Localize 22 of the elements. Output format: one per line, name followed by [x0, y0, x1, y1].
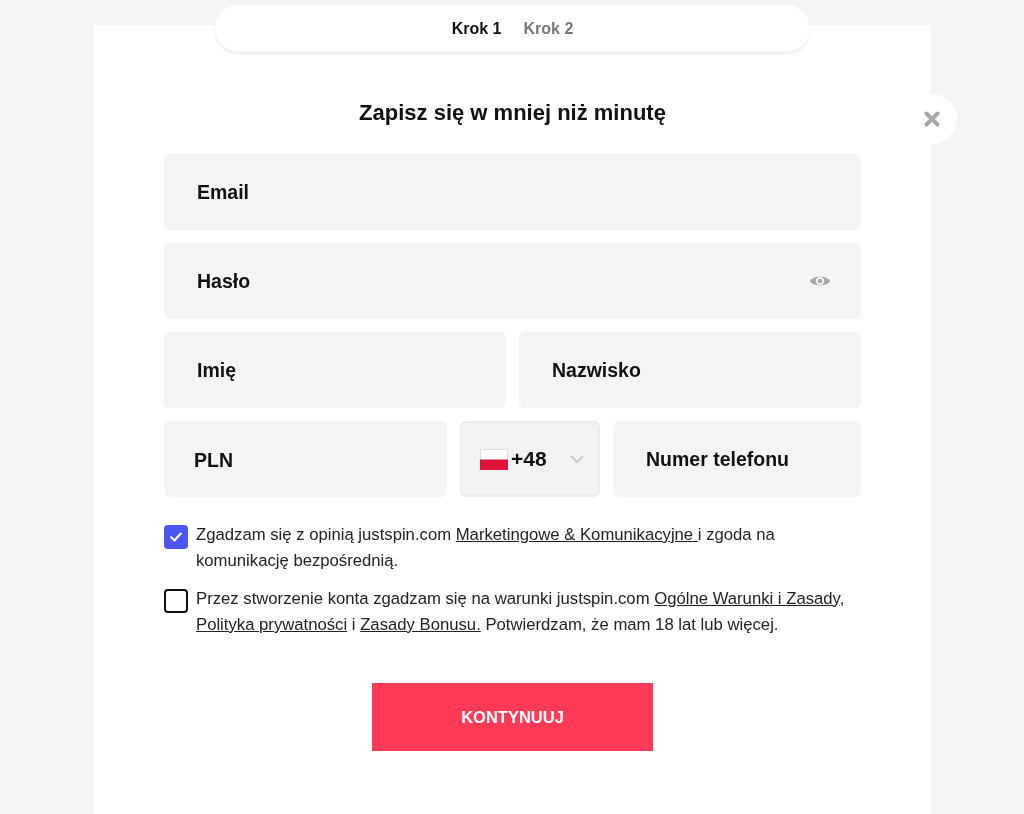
chevron-down-icon	[570, 455, 584, 463]
consent-link[interactable]: Polityka prywatności	[196, 615, 348, 634]
checkmark-icon	[170, 532, 182, 542]
consent-text: Zgadzam się z opinią justspin.com Marketingowe & Komunikacyjne i zgoda na komunikację bezpośrednią.	[196, 524, 776, 572]
consent-text: Przez stworzenie konta zgadzam się na warunki justspin.com Ogólne Warunki i Zasady, Polityka prywatności i Zasady Bonusu. Potwierdzam, że mam 18 lat lub więcej.	[196, 588, 846, 636]
input-field[interactable]: Imię	[164, 332, 506, 408]
step-tab[interactable]: Krok 2	[523, 19, 574, 38]
currency-select[interactable]: PLN	[164, 421, 447, 497]
checkbox[interactable]	[164, 589, 188, 613]
consent-link[interactable]: Zasady Bonusu.	[360, 615, 481, 634]
step-tab[interactable]: Krok 1	[451, 19, 502, 38]
consent-link[interactable]: Ogólne Warunki i Zasady	[654, 589, 840, 608]
password-field[interactable]: Hasło	[164, 243, 861, 319]
country-code-select[interactable]: +48	[460, 421, 600, 497]
input-field[interactable]: Nazwisko	[519, 332, 861, 408]
close-icon	[924, 111, 940, 127]
form-title: Zapisz się w mniej niż minutę	[358, 99, 667, 127]
input-field[interactable]: Email	[164, 154, 861, 230]
input-field[interactable]: Numer telefonu	[613, 421, 861, 497]
consent-link[interactable]: Marketingowe & Komunikacyjne	[455, 525, 698, 544]
checkbox[interactable]	[164, 525, 188, 549]
flag-icon	[480, 448, 508, 470]
